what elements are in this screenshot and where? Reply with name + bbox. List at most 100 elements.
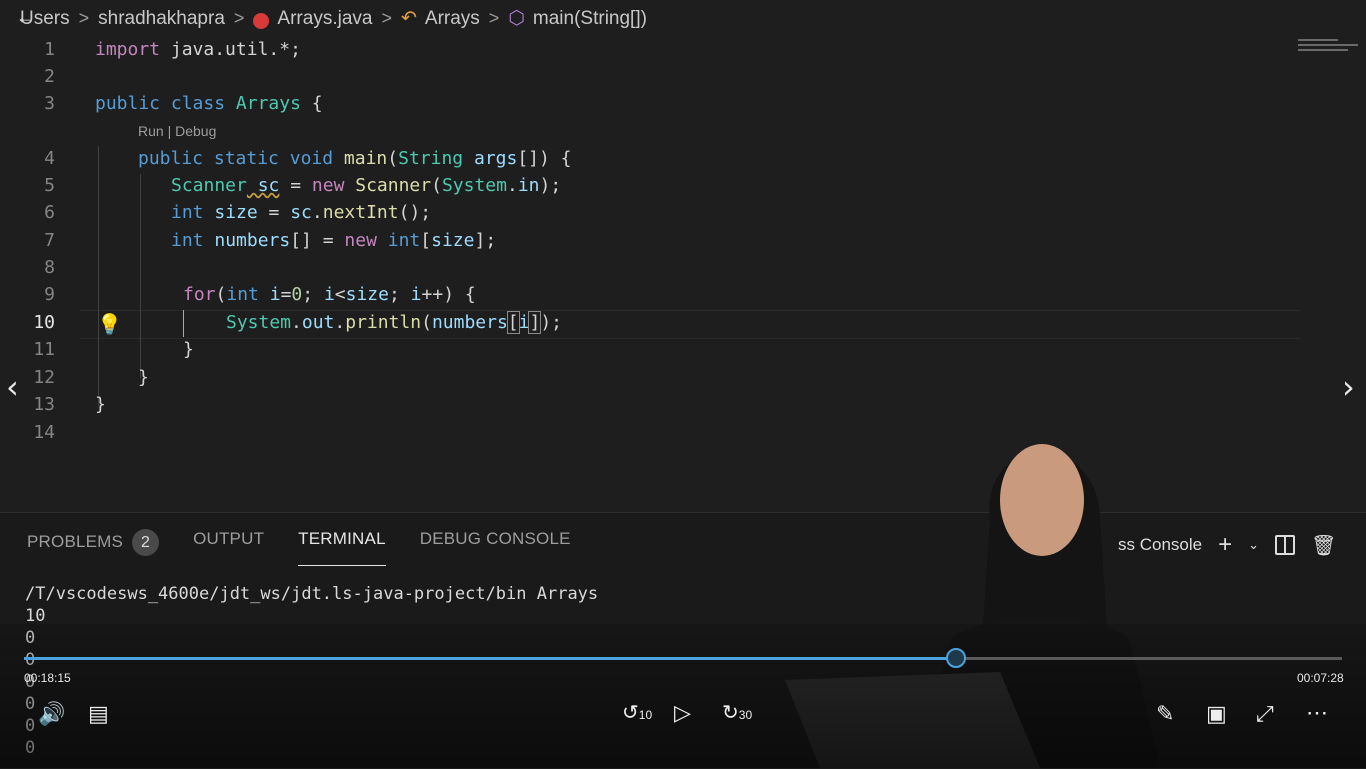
code-line-4: 4 public static void main(String args[])… — [0, 145, 1366, 172]
seek-bar-progress — [24, 657, 955, 660]
code-token: ); — [540, 312, 563, 333]
code-token: int — [226, 284, 259, 305]
code-token: = — [280, 284, 292, 305]
back-arrow-icon[interactable]: ← — [16, 7, 34, 28]
remaining-time: 00:07:28 — [1297, 671, 1344, 685]
code-token: sc — [290, 202, 312, 223]
code-token: } — [95, 394, 106, 415]
code-token: i — [323, 284, 335, 305]
code-token: java.util.*; — [160, 39, 301, 60]
seek-bar-thumb[interactable] — [945, 648, 966, 668]
exit-fullscreen-icon[interactable]: ⤢ — [1256, 701, 1274, 727]
play-button[interactable]: ▷ — [674, 700, 691, 726]
code-token: ; — [302, 284, 324, 305]
code-token: class — [160, 93, 226, 114]
code-token: [ — [506, 311, 520, 334]
line-number: 11 — [33, 339, 55, 360]
class-icon: ↶ — [400, 8, 417, 29]
more-options-icon[interactable]: ⋯ — [1306, 700, 1328, 726]
breadcrumb-item-method[interactable]: main(String[]) — [533, 8, 647, 30]
code-line-8: 8 — [0, 254, 1366, 281]
code-token: < — [334, 284, 346, 305]
java-file-icon — [253, 12, 270, 29]
code-token: []) { — [517, 148, 572, 169]
code-token: println — [345, 312, 422, 333]
line-number: 1 — [44, 39, 55, 60]
code-token: i — [410, 284, 422, 305]
code-token: for — [183, 284, 216, 305]
code-token: new — [344, 230, 377, 251]
line-number: 8 — [44, 257, 55, 278]
code-token: void — [278, 148, 334, 169]
chevron-right-icon: > — [78, 8, 90, 28]
breadcrumb-trail: Users > shradhakhapra > Arrays.java > ↶ … — [20, 7, 647, 30]
next-slide-icon[interactable]: › — [1342, 368, 1355, 406]
method-icon: ⬡ — [508, 8, 525, 29]
code-token: import — [95, 39, 161, 60]
chevron-down-icon[interactable]: ⌄ — [1248, 537, 1259, 553]
tab-output[interactable]: OUTPUT — [193, 529, 264, 566]
captions-icon[interactable]: ▤ — [88, 701, 109, 727]
split-terminal-icon[interactable] — [1275, 535, 1296, 555]
tab-problems[interactable]: PROBLEMS 2 — [27, 529, 160, 566]
code-token: numbers — [431, 312, 508, 333]
code-token: ( — [421, 312, 432, 333]
code-token: = — [279, 175, 312, 196]
seek-bar[interactable] — [24, 648, 1342, 668]
code-token: } — [138, 367, 149, 388]
code-token: ++) { — [421, 284, 476, 305]
code-token: main — [333, 148, 388, 169]
code-token: . — [334, 312, 346, 333]
code-token: = — [257, 202, 291, 223]
code-line-3: 3 public class Arrays { — [0, 90, 1366, 117]
line-number: 5 — [44, 175, 55, 196]
code-token: 0 — [291, 284, 303, 305]
chevron-right-icon: > — [381, 8, 392, 28]
code-token: [ — [420, 230, 432, 251]
code-token: i — [518, 312, 530, 333]
run-debug-codelens[interactable]: Run | Debug — [138, 123, 216, 139]
terminal-line: /T/vscodesws_4600e/jdt_ws/jdt.ls-java-pr… — [25, 584, 599, 604]
breadcrumb-item-user[interactable]: shradhakhapra — [98, 8, 225, 30]
code-token: Arrays — [225, 93, 301, 114]
chevron-right-icon: > — [488, 8, 500, 28]
miniplayer-icon[interactable]: ▣ — [1206, 701, 1227, 727]
line-number: 7 — [44, 230, 55, 251]
trash-icon[interactable]: 🗑 — [1311, 533, 1336, 558]
code-token: ( — [215, 284, 227, 305]
presenter-face — [1000, 444, 1084, 556]
breadcrumb-item-class[interactable]: Arrays — [425, 8, 480, 30]
line-number: 4 — [44, 148, 55, 169]
code-token: size — [203, 202, 258, 223]
code-token: int — [171, 202, 204, 223]
forward-label: 30 — [738, 708, 753, 722]
volume-icon[interactable]: 🔊 — [38, 701, 65, 727]
problems-count-badge: 2 — [132, 529, 160, 556]
code-token: . — [506, 175, 518, 196]
code-line-9: 9 for(int i=0; i<size; i++) { — [0, 281, 1366, 308]
pen-icon[interactable]: ✎ — [1156, 701, 1174, 727]
tab-debug-console[interactable]: DEBUG CONSOLE — [420, 529, 571, 566]
code-token: (); — [398, 202, 432, 223]
tab-terminal[interactable]: TERMINAL — [298, 529, 386, 566]
line-number: 2 — [44, 66, 55, 87]
breadcrumb-item-file[interactable]: Arrays.java — [277, 8, 372, 30]
forward-30-button[interactable]: ↻30 — [722, 700, 752, 725]
code-token: public — [138, 148, 204, 169]
code-token: { — [300, 93, 323, 114]
code-token: new — [311, 175, 345, 196]
code-line-12: 12 } — [0, 364, 1366, 391]
panel-tabs: PROBLEMS 2 OUTPUT TERMINAL DEBUG CONSOLE — [27, 529, 605, 566]
code-token: String — [398, 148, 464, 169]
code-token: nextInt — [322, 202, 399, 223]
line-number-active: 10 — [33, 312, 55, 333]
rewind-10-button[interactable]: ↺10 — [622, 700, 652, 725]
code-token: int — [171, 230, 204, 251]
previous-slide-icon[interactable]: ‹ — [6, 368, 19, 406]
code-line-10: 10 System.out.println(numbers[i]); — [0, 309, 1366, 336]
code-token: . — [311, 202, 323, 223]
code-token: int — [376, 230, 421, 251]
code-token: size — [431, 230, 475, 251]
line-number: 6 — [44, 202, 55, 223]
code-token: System — [441, 175, 507, 196]
